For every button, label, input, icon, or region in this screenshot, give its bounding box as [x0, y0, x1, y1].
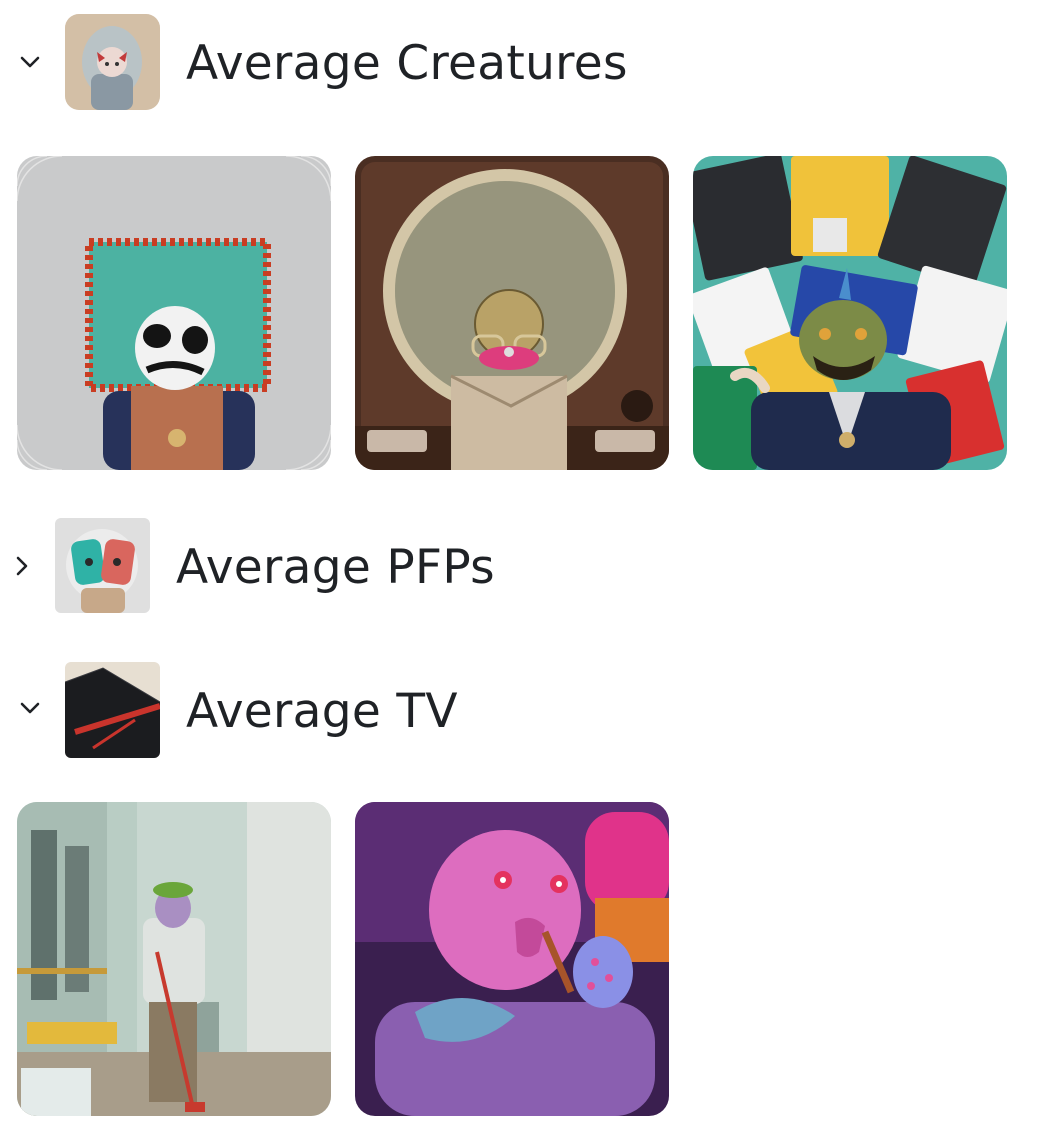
collection-thumbnail[interactable]: [55, 518, 150, 613]
chevron-down-icon[interactable]: [16, 694, 44, 722]
tv-hallway-janitor[interactable]: [17, 802, 331, 1116]
collection-title[interactable]: Average PFPs: [176, 544, 495, 591]
collection-title[interactable]: Average Creatures: [186, 40, 628, 87]
chevron-down-icon[interactable]: [16, 48, 44, 76]
chevron-right-icon[interactable]: [8, 552, 36, 580]
creature-ladybug-frame[interactable]: [17, 156, 331, 470]
tv-pink-creature[interactable]: [355, 802, 669, 1116]
collection-title[interactable]: Average TV: [186, 688, 458, 735]
creature-floppy-disks[interactable]: [693, 156, 1007, 470]
collection-thumbnail[interactable]: [65, 662, 160, 758]
creature-disco-tv[interactable]: [355, 156, 669, 470]
collection-thumbnail[interactable]: [65, 14, 160, 110]
